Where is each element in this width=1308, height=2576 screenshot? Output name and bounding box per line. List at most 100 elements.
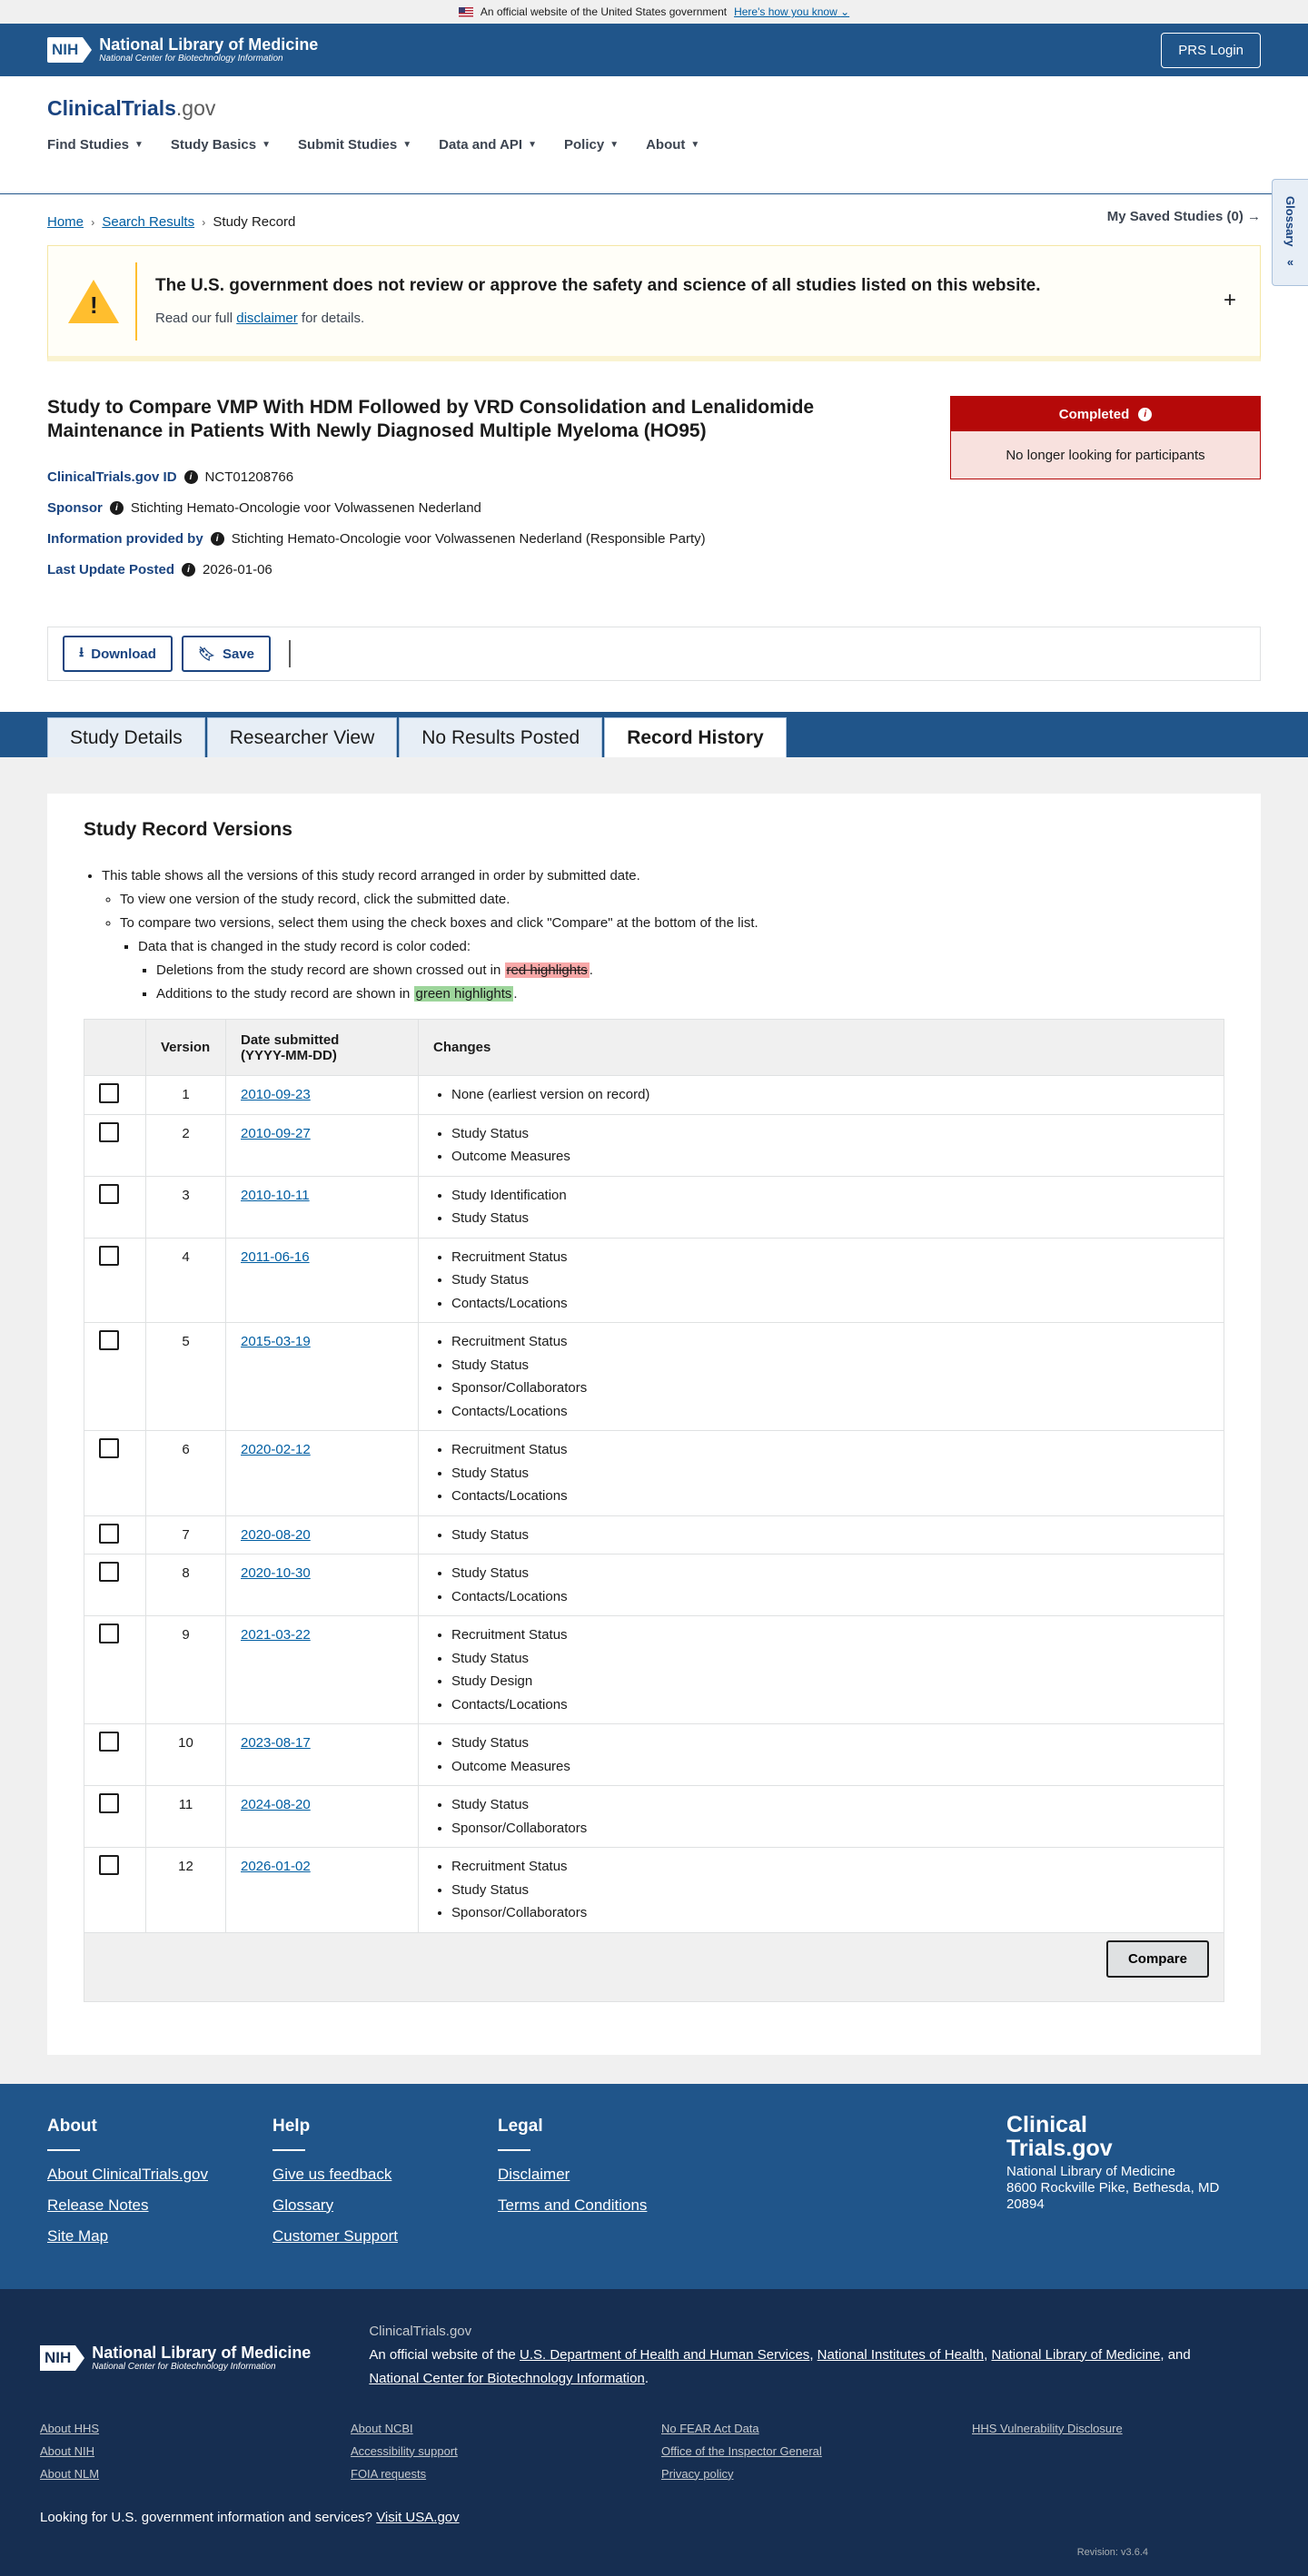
footer-bottom-link[interactable]: HHS Vulnerability Disclosure [972, 2422, 1283, 2435]
info-icon[interactable]: i [109, 500, 124, 515]
version-date-link[interactable]: 2010-09-23 [241, 1087, 311, 1102]
info-icon[interactable]: i [182, 562, 196, 577]
footer-link[interactable]: Site Map [47, 2227, 272, 2245]
footer-bottom-link[interactable]: About NLM [40, 2467, 351, 2481]
info-icon[interactable]: i [183, 469, 198, 484]
footer-link[interactable]: About ClinicalTrials.gov [47, 2166, 272, 2184]
prs-login-button[interactable]: PRS Login [1161, 32, 1261, 68]
footer-link[interactable]: Terms and Conditions [498, 2196, 723, 2215]
version-date-link[interactable]: 2026-01-02 [241, 1859, 311, 1874]
change-item: Study Design [451, 1670, 1209, 1693]
nav-data-api[interactable]: Data and API ▼ [439, 137, 537, 153]
version-date-link[interactable]: 2020-08-20 [241, 1527, 311, 1543]
version-date-link[interactable]: 2010-10-11 [241, 1188, 310, 1203]
footer-bottom-link[interactable]: About NIH [40, 2444, 351, 2458]
glossary-tab[interactable]: Glossary « [1272, 179, 1308, 286]
heres-how-you-know-link[interactable]: Here's how you know ⌄ [734, 5, 849, 18]
version-checkbox[interactable] [99, 1624, 119, 1643]
nih-logo[interactable]: NIH National Library of Medicine Nationa… [47, 35, 318, 64]
breadcrumb-current: Study Record [213, 214, 296, 230]
provided-by-row: Information provided by i Stichting Hema… [47, 530, 706, 547]
date-cell: 2020-08-20 [225, 1515, 419, 1554]
info-icon[interactable]: i [210, 531, 224, 546]
save-button[interactable]: 🔖︎ Save [181, 636, 272, 672]
my-saved-studies-link[interactable]: My Saved Studies (0) → [1107, 209, 1261, 224]
green-highlight-sample: green highlights [413, 986, 514, 1002]
info-icon[interactable]: i [1138, 407, 1153, 421]
nlm-link[interactable]: National Library of Medicine [991, 2347, 1160, 2363]
divider [289, 640, 292, 667]
footer-bottom-link[interactable]: About NCBI [351, 2422, 661, 2435]
select-cell [84, 1237, 146, 1323]
disclaimer-title: The U.S. government does not review or a… [155, 276, 1041, 295]
footer-link[interactable]: Glossary [272, 2196, 498, 2215]
version-date-link[interactable]: 2015-03-19 [241, 1334, 311, 1349]
footer-bottom-link[interactable]: Accessibility support [351, 2444, 661, 2458]
versions-table: Version Date submitted (YYYY-MM-DD) Chang… [84, 1019, 1224, 2002]
nav-about[interactable]: About ▼ [646, 137, 699, 153]
version-checkbox[interactable] [99, 1793, 119, 1813]
version-date-link[interactable]: 2021-03-22 [241, 1627, 311, 1643]
col-select [84, 1019, 146, 1076]
date-cell: 2021-03-22 [225, 1615, 419, 1724]
footer-link[interactable]: Give us feedback [272, 2166, 498, 2184]
tab-record-history[interactable]: Record History [604, 717, 787, 757]
usa-gov-link[interactable]: Visit USA.gov [376, 2510, 459, 2525]
disclaimer-link[interactable]: disclaimer [236, 311, 298, 326]
breadcrumb-home[interactable]: Home [47, 214, 84, 230]
nav-find-studies[interactable]: Find Studies ▼ [47, 137, 144, 153]
version-checkbox[interactable] [99, 1183, 119, 1204]
compare-button[interactable]: Compare [1105, 1939, 1209, 1978]
footer-ct-logo[interactable]: Clinical Trials.gov [1006, 2113, 1219, 2160]
change-item: Study Identification [451, 1184, 1209, 1208]
nav-study-basics[interactable]: Study Basics ▼ [171, 137, 271, 153]
table-row: 9 2021-03-22 Recruitment StatusStudy Statu… [84, 1615, 1224, 1724]
tab-researcher-view[interactable]: Researcher View [206, 717, 398, 757]
version-checkbox[interactable] [99, 1523, 119, 1544]
version-date-link[interactable]: 2010-09-27 [241, 1126, 311, 1141]
ncbi-link[interactable]: National Center for Biotechnology Inform… [369, 2371, 645, 2386]
version-date-link[interactable]: 2023-08-17 [241, 1735, 311, 1751]
table-row: 11 2024-08-20 Study StatusSponsor/Collabor… [84, 1785, 1224, 1848]
footer-bottom-link[interactable]: FOIA requests [351, 2467, 661, 2481]
change-item: Study Status [451, 1207, 1209, 1230]
select-cell [84, 1615, 146, 1724]
version-date-link[interactable]: 2020-10-30 [241, 1565, 311, 1581]
footer-bottom-link[interactable]: No FEAR Act Data [661, 2422, 972, 2435]
breadcrumb-search-results[interactable]: Search Results [102, 214, 194, 230]
expand-plus-icon[interactable]: + [1224, 288, 1236, 313]
nav-submit-studies[interactable]: Submit Studies ▼ [298, 137, 411, 153]
version-checkbox[interactable] [99, 1732, 119, 1752]
version-checkbox[interactable] [99, 1438, 119, 1458]
arrow-right-icon: → [1247, 209, 1261, 224]
version-checkbox[interactable] [99, 1121, 119, 1142]
version-checkbox[interactable] [99, 1562, 119, 1582]
date-cell: 2015-03-19 [225, 1322, 419, 1431]
tab-no-results-posted[interactable]: No Results Posted [399, 717, 603, 757]
footer-bottom-link[interactable]: About HHS [40, 2422, 351, 2435]
nav-policy[interactable]: Policy ▼ [564, 137, 619, 153]
footer-link[interactable]: Customer Support [272, 2227, 498, 2245]
footer-address: Clinical Trials.gov National Library of M… [1006, 2111, 1220, 2212]
footer-link[interactable]: Disclaimer [498, 2166, 723, 2184]
footer-bottom-link[interactable]: Privacy policy [661, 2467, 972, 2481]
version-checkbox[interactable] [99, 1083, 119, 1103]
study-header: Study to Compare VMP With HDM Followed b… [0, 396, 1308, 585]
footer-bottom-link[interactable]: Office of the Inspector General [661, 2444, 972, 2458]
footer-nih-logo[interactable]: NIH National Library of Medicine National… [40, 2325, 311, 2391]
nih-link[interactable]: National Institutes of Health [818, 2347, 984, 2363]
download-button[interactable]: ⭳ Download [63, 636, 173, 672]
version-date-link[interactable]: 2020-02-12 [241, 1442, 311, 1457]
version-number: 2 [145, 1113, 226, 1177]
version-date-link[interactable]: 2011-06-16 [241, 1249, 310, 1265]
version-checkbox[interactable] [99, 1245, 119, 1266]
disclaimer-sub: Read our full disclaimer for details. [155, 311, 365, 326]
hhs-link[interactable]: U.S. Department of Health and Human Serv… [520, 2347, 809, 2363]
version-checkbox[interactable] [99, 1855, 119, 1875]
tab-study-details[interactable]: Study Details [47, 717, 205, 757]
version-date-link[interactable]: 2024-08-20 [241, 1797, 311, 1812]
site-logo[interactable]: ClinicalTrials.gov [47, 96, 1261, 121]
footer-link[interactable]: Release Notes [47, 2196, 272, 2215]
version-checkbox[interactable] [99, 1330, 119, 1350]
col-date: Date submitted (YYYY-MM-DD) [225, 1019, 419, 1076]
